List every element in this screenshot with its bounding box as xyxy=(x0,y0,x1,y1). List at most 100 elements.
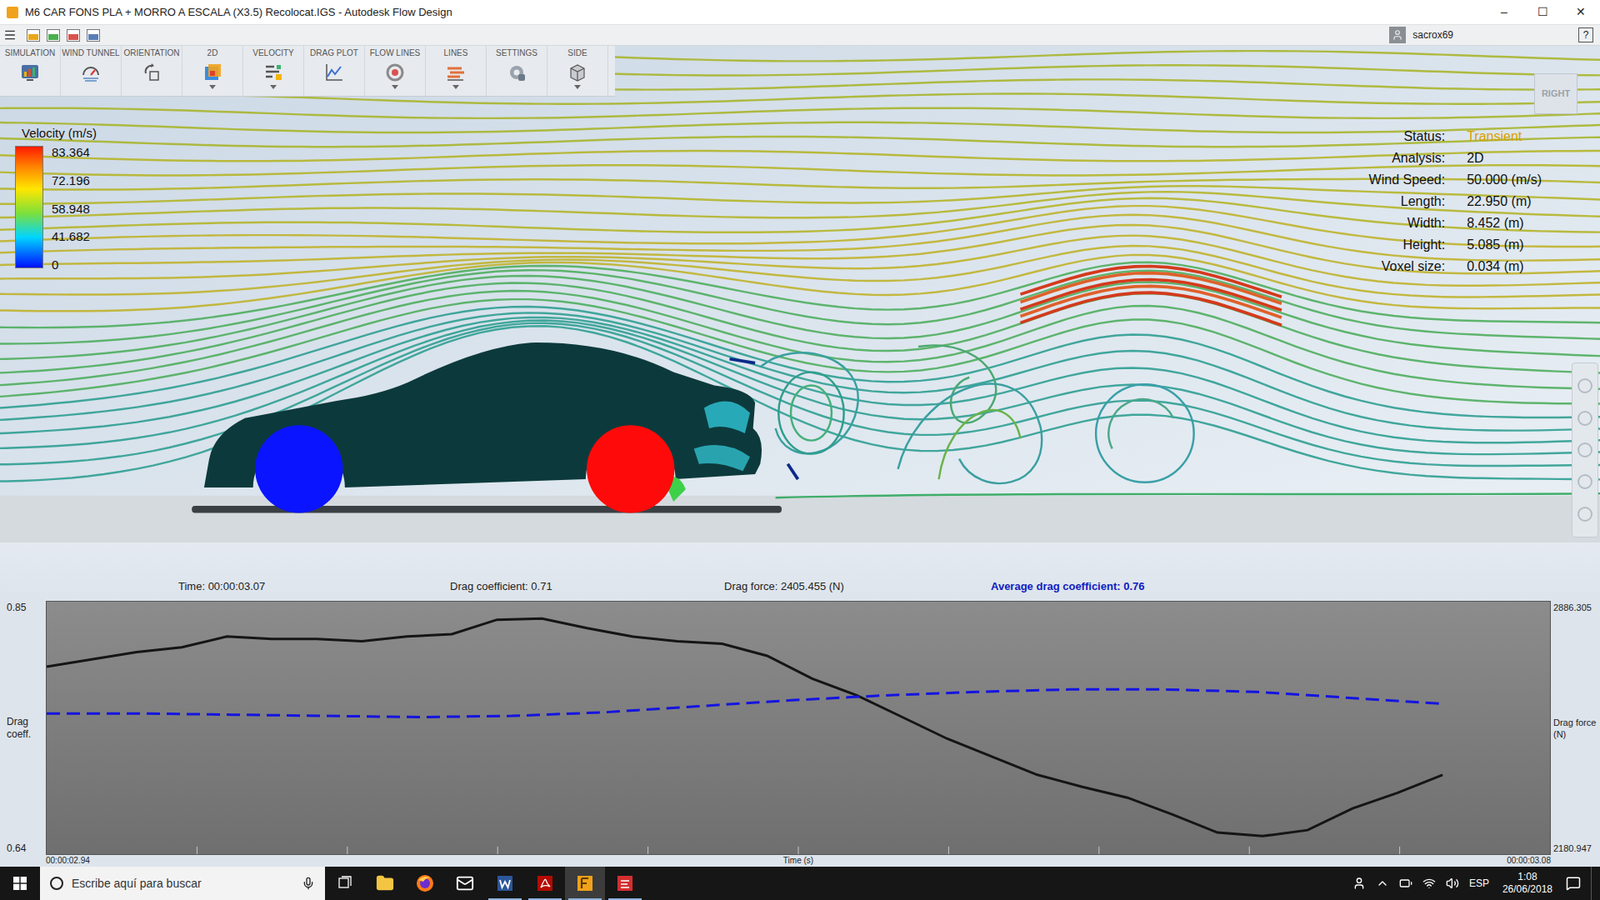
ribbon-button[interactable]: FLOW LINES xyxy=(365,45,426,96)
info-value: 50.000 (m/s) xyxy=(1466,169,1542,191)
taskbar-app[interactable] xyxy=(605,866,645,900)
quick-tool-button[interactable] xyxy=(86,29,100,42)
acrobat-icon xyxy=(535,874,555,893)
solidworks-icon xyxy=(615,874,635,893)
clock[interactable]: 1:0826/06/2018 xyxy=(1499,870,1556,896)
search-input[interactable] xyxy=(71,875,294,893)
navigation-tool-icon[interactable] xyxy=(1577,378,1593,394)
velocity-icon xyxy=(262,61,285,84)
quick-tool-button[interactable] xyxy=(26,29,40,42)
settings-icon xyxy=(505,61,528,84)
drag-chart: 0.85Drag coeff.0.642886.305Drag force (N… xyxy=(0,600,1600,855)
show-desktop-button[interactable] xyxy=(1590,866,1595,900)
help-button[interactable]: ? xyxy=(1578,27,1594,43)
network-icon[interactable] xyxy=(1422,876,1436,890)
info-label: Length: xyxy=(1369,190,1446,213)
drag-readout: Time: 00:00:03.07Drag coefficient: 0.71D… xyxy=(0,542,1600,601)
flow-line xyxy=(0,299,1600,404)
info-value: 0.034 (m) xyxy=(1466,255,1542,278)
navigation-tool-icon[interactable] xyxy=(1577,474,1593,490)
flow-line xyxy=(0,191,1600,218)
plot-area xyxy=(45,600,1551,855)
info-label: Height: xyxy=(1369,234,1446,256)
legend-tick: 72.196 xyxy=(51,174,90,187)
dropdown-caret-icon[interactable] xyxy=(270,85,277,90)
right-axis: 2886.305Drag force (N)2180.947 xyxy=(1550,600,1600,855)
volume-icon[interactable] xyxy=(1445,876,1460,890)
taskbar-app[interactable] xyxy=(325,866,365,900)
taskbar-app[interactable] xyxy=(405,866,445,900)
wheel[interactable] xyxy=(586,425,675,513)
axis-tick: 00:00:03.08 xyxy=(1506,855,1551,866)
orientation-icon xyxy=(140,61,163,84)
legend-title: Velocity (m/s) xyxy=(21,125,97,141)
flow-line xyxy=(0,136,1600,147)
info-value: 2D xyxy=(1466,147,1542,170)
show-hidden-icons-icon[interactable] xyxy=(1375,876,1390,890)
taskbar-app[interactable] xyxy=(525,866,565,900)
view-cube[interactable]: RIGHT xyxy=(1534,73,1578,115)
dropdown-caret-icon[interactable] xyxy=(391,85,399,90)
axis-title: Drag force (N) xyxy=(1553,716,1600,740)
ribbon-button[interactable]: VELOCITY xyxy=(243,45,305,96)
navigation-tool-icon[interactable] xyxy=(1577,410,1593,426)
ribbon-button[interactable]: SIMULATION xyxy=(0,45,61,96)
info-value: 8.452 (m) xyxy=(1466,212,1542,235)
ribbon-button[interactable]: SIDE xyxy=(547,45,609,96)
navigation-tool-icon[interactable] xyxy=(1577,442,1593,458)
flow-line xyxy=(0,185,1600,204)
user-name[interactable]: sacrox69 xyxy=(1412,27,1454,43)
notifications-icon[interactable] xyxy=(1565,875,1581,891)
microphone-icon[interactable] xyxy=(301,876,315,890)
ribbon-button[interactable]: 2D xyxy=(182,45,244,96)
flow-line xyxy=(0,205,1600,247)
legend-tick: 0 xyxy=(51,258,90,271)
taskbar-app[interactable] xyxy=(445,866,485,900)
wheel[interactable] xyxy=(255,425,343,513)
velocity-legend: Velocity (m/s)83.36472.19658.94841.6820 xyxy=(6,125,97,271)
axis-tick: 00:00:02.94 xyxy=(45,855,90,866)
ribbon-button[interactable]: LINES xyxy=(425,45,487,96)
dropdown-caret-icon[interactable] xyxy=(209,85,216,90)
ribbon-button[interactable]: WIND TUNNEL xyxy=(60,45,122,96)
flow-line xyxy=(0,198,1600,233)
info-value: 22.950 (m) xyxy=(1466,190,1542,213)
axis-tick: 0.64 xyxy=(6,843,26,854)
chart-lines xyxy=(46,601,1550,855)
flow-line xyxy=(0,150,1600,161)
language-indicator[interactable]: ESP xyxy=(1469,875,1490,891)
dropdown-caret-icon[interactable] xyxy=(574,85,581,90)
taskbar-app[interactable] xyxy=(485,866,525,900)
flow-line xyxy=(0,108,1600,119)
wake-vortices xyxy=(730,345,1600,498)
taskbar-app[interactable] xyxy=(365,866,405,900)
taskbar: ESP 1:0826/06/2018 xyxy=(0,866,1600,900)
legend-tick: 58.948 xyxy=(51,202,90,215)
running-indicator xyxy=(528,898,562,900)
battery-icon[interactable] xyxy=(1399,876,1413,890)
ribbon-button[interactable]: ORIENTATION xyxy=(121,45,183,96)
ribbon-button[interactable]: SETTINGS xyxy=(486,45,548,96)
2d-icon xyxy=(201,61,224,84)
taskbar-app[interactable] xyxy=(565,866,605,900)
info-label: Wind Speed: xyxy=(1369,169,1446,191)
start-button[interactable] xyxy=(0,866,40,900)
people-icon[interactable] xyxy=(1352,876,1366,890)
navigation-bar[interactable] xyxy=(1571,362,1599,538)
search-box[interactable] xyxy=(40,866,325,900)
flow-line xyxy=(0,262,1600,328)
info-value: 5.085 (m) xyxy=(1466,234,1542,256)
window-control-button[interactable]: ☐ xyxy=(1523,0,1562,25)
info-label: Analysis: xyxy=(1369,147,1446,170)
ribbon-button[interactable]: DRAG PLOT xyxy=(304,45,365,96)
quick-tool-button[interactable] xyxy=(66,29,80,42)
quick-tool-button[interactable] xyxy=(46,29,60,42)
app-icon xyxy=(6,6,19,19)
dropdown-caret-icon[interactable] xyxy=(452,85,460,90)
window-control-button[interactable]: ✕ xyxy=(1561,0,1600,25)
viewport[interactable]: SIMULATIONWIND TUNNELORIENTATION2DVELOCI… xyxy=(0,45,1600,543)
menu-icon[interactable] xyxy=(3,28,17,42)
window-control-button[interactable]: – xyxy=(1485,0,1524,25)
avatar-icon[interactable] xyxy=(1389,26,1406,44)
navigation-tool-icon[interactable] xyxy=(1577,506,1593,522)
